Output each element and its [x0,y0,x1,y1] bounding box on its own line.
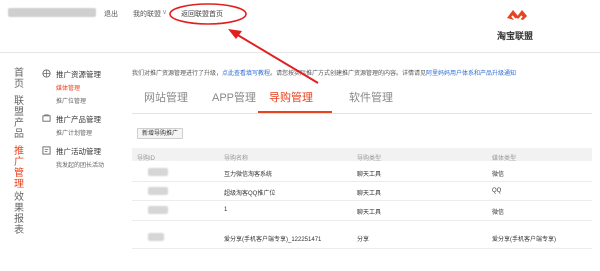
tab-bar: 网站管理 APP管理 导购管理 软件管理 [132,84,592,114]
row3-type: 聊天工具 [357,210,382,216]
nav-home[interactable]: 首页 [14,68,26,90]
column-header-media: 媒体类型 [492,156,517,162]
row1-name: 互力微信淘客系统 [224,172,273,178]
username-redacted [8,8,96,17]
subgroup-resource-title[interactable]: 推广资源管理 [56,69,101,80]
subitem-plan-management[interactable]: 推广计划管理 [56,128,92,137]
nav-promo-management[interactable]: 推广管理 [14,146,26,190]
nav-union-products[interactable]: 联盟产品 [14,96,26,140]
column-header-id: 导购ID [137,156,156,162]
row4-type: 分享 [357,237,370,243]
logout-link[interactable]: 退出 [104,9,118,19]
column-header-name: 导购名称 [224,156,249,162]
row1-media: 微信 [492,172,505,178]
back-home-link[interactable]: 返回联盟首页 [181,9,223,19]
redacted-id [148,206,168,214]
redacted-id [148,187,168,195]
subgroup-product-title[interactable]: 推广产品管理 [56,114,101,125]
my-union-menu[interactable]: 我的联盟 [133,9,161,19]
redacted-id [148,168,168,176]
header-divider [0,52,600,53]
tab-app[interactable]: APP管理 [212,89,256,105]
upgrade-notice-link[interactable]: 阿里妈妈用户体系和产品升级通知 [426,71,516,77]
add-guide-promo-button[interactable]: 新增导购推广 [137,128,184,139]
row2-media: QQ [492,188,502,194]
subitem-adzone-management[interactable]: 推广位管理 [56,96,86,105]
row3-media: 微信 [492,210,505,216]
row3-name: 1 [224,207,228,213]
table-row-divider [132,181,592,182]
subitem-media-management[interactable]: 媒体管理 [56,83,80,92]
row4-name: 爱分享(手机客户端专享)_122251471 [224,237,322,243]
upgrade-notice: 我们对推广资源管理进行了升级，点此查看填写教程。请您按实际推广方式创建推广资源管… [132,68,516,77]
top-bar: 退出 我的联盟 ∨ 返回联盟首页 淘宝联盟 [0,0,600,41]
row4-media: 爱分享(手机客户端专享) [492,237,556,243]
activity-icon [42,146,51,155]
tutorial-link[interactable]: 点此查看填写教程 [222,71,270,77]
table-row-divider [132,220,592,221]
tab-website[interactable]: 网站管理 [144,89,188,105]
chevron-down-icon[interactable]: ∨ [162,8,167,16]
column-header-type: 导购类型 [357,156,382,162]
subgroup-activity-title[interactable]: 推广活动管理 [56,146,101,157]
taobao-union-logo-icon [507,10,527,24]
globe-icon [42,69,51,78]
table-row-divider [132,248,592,249]
row2-name: 超级淘客QQ推广位 [224,191,276,197]
logo-text: 淘宝联盟 [497,31,534,41]
tab-shopping-guide[interactable]: 导购管理 [269,89,313,105]
product-icon [42,114,51,122]
nav-effect-reports[interactable]: 效果报表 [14,192,26,236]
row2-type: 聊天工具 [357,191,382,197]
notice-mid-text: 。请您按实际推广方式创建推广资源管理的内容。详情请见 [270,71,427,77]
table-row-divider [132,200,592,201]
subitem-my-group-activities[interactable]: 我发起的团长活动 [56,160,104,169]
notice-text: 我们对推广资源管理进行了升级， [132,71,223,77]
redacted-id [148,233,164,241]
row1-type: 聊天工具 [357,172,382,178]
tab-software[interactable]: 软件管理 [349,89,393,105]
active-tab-indicator [258,111,332,113]
